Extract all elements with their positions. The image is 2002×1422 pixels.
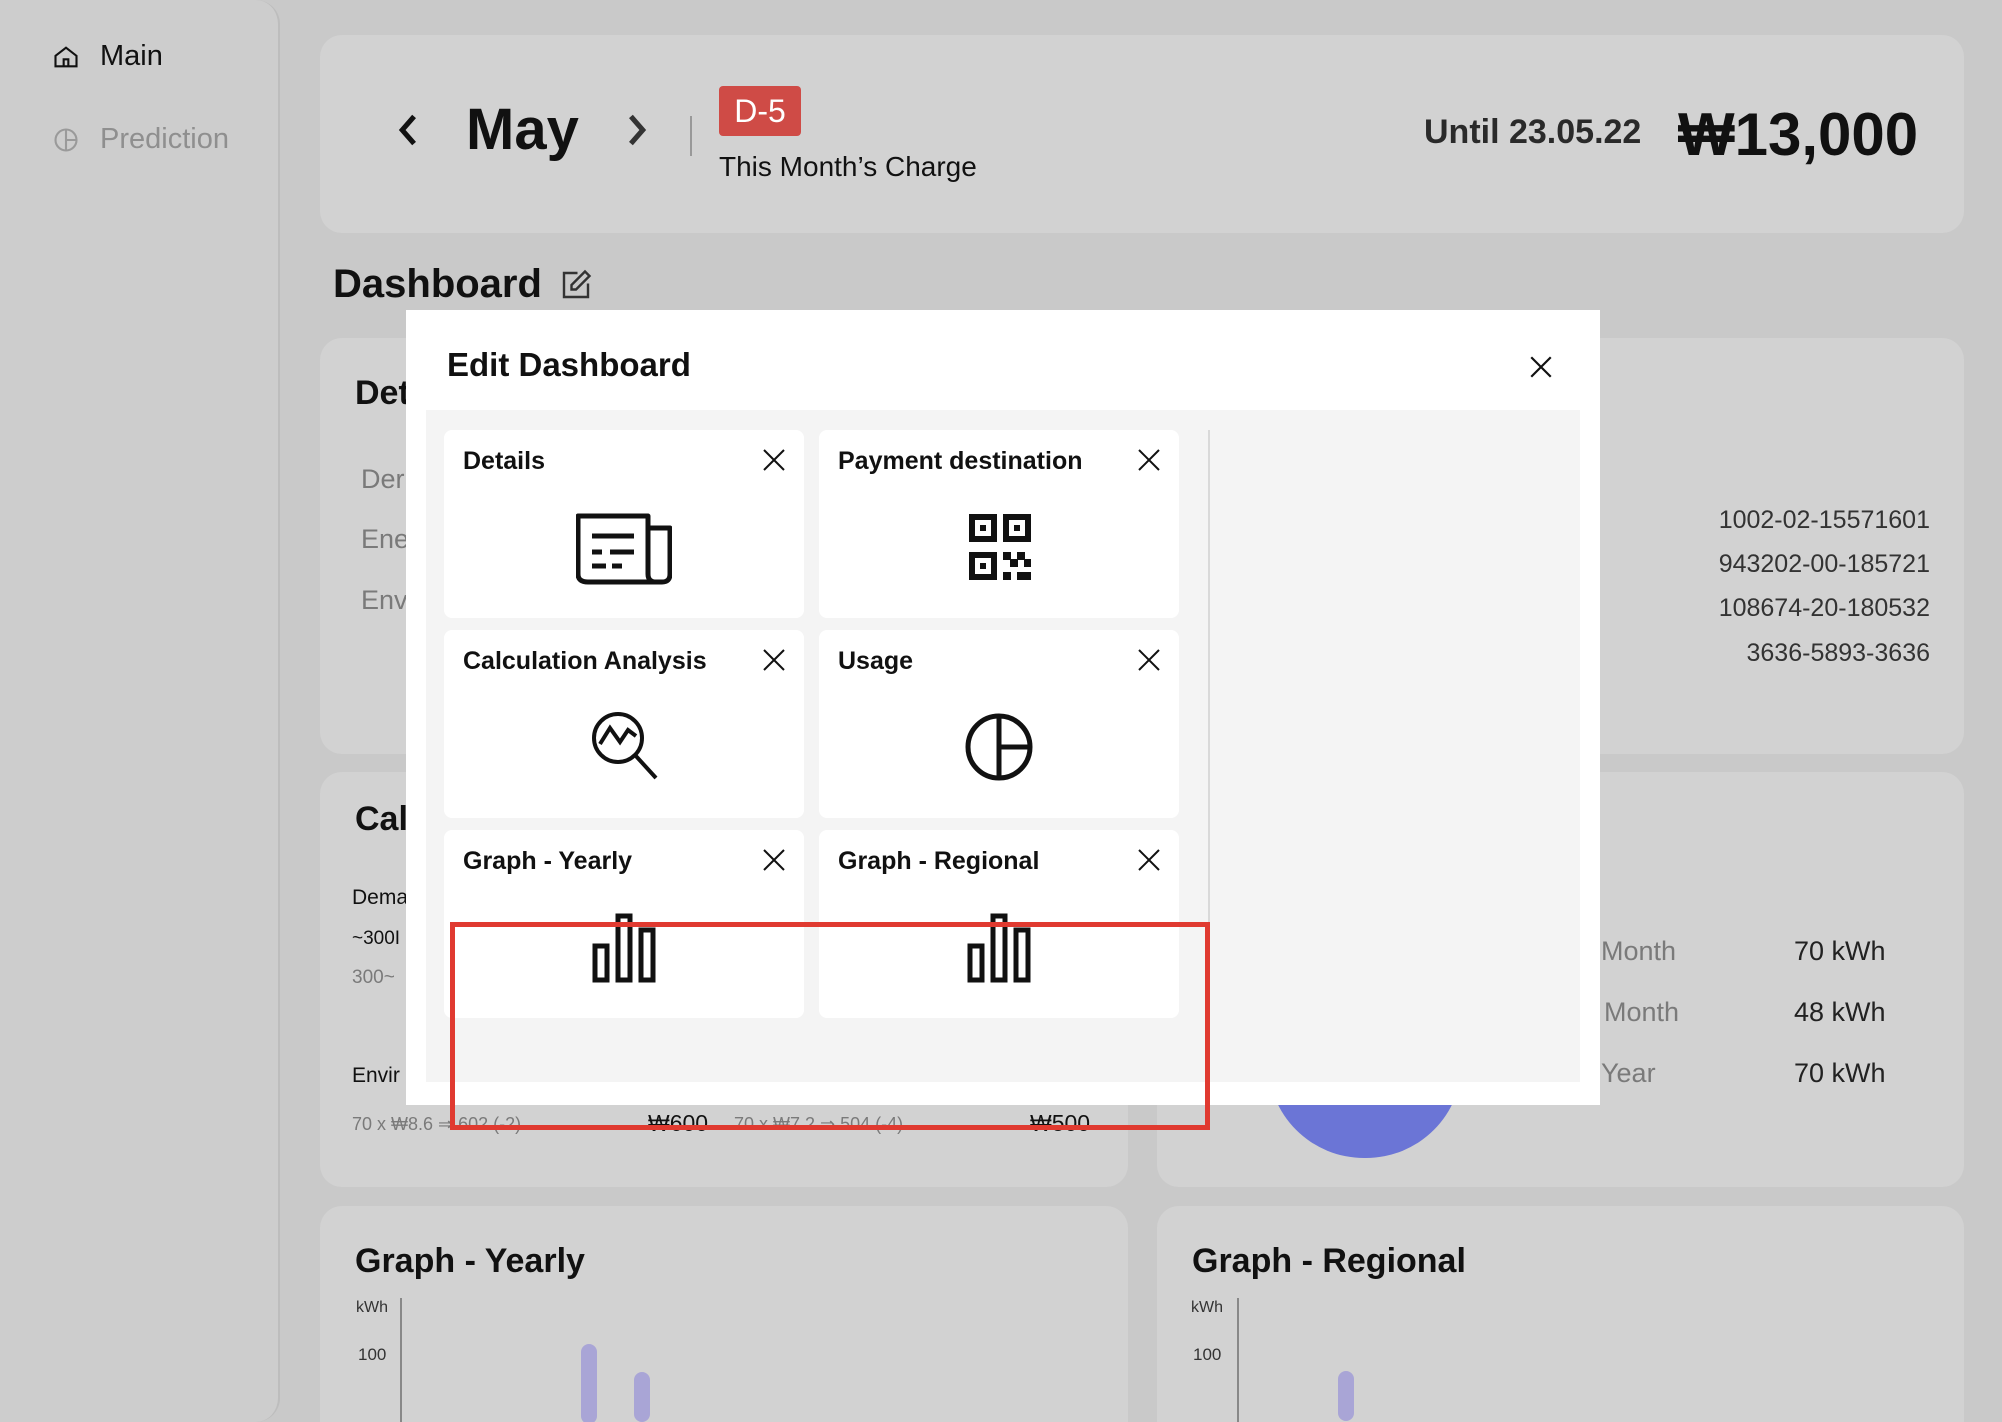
tile-label: Payment destination: [838, 447, 1083, 475]
tile-label: Graph - Yearly: [463, 847, 633, 875]
tile-label: Details: [463, 447, 545, 475]
tile-label: Usage: [838, 647, 914, 675]
edit-icon[interactable]: [558, 267, 594, 303]
environment-label: Envir: [352, 1064, 400, 1087]
account-number: 1002-02-15571601: [1718, 506, 1930, 534]
dashboard-title-text: Dashboard: [333, 262, 542, 306]
account-number: 3636-5893-3636: [1746, 639, 1931, 667]
card-title: Graph - Regional: [1192, 1242, 1466, 1280]
chevron-right-icon[interactable]: [619, 108, 653, 152]
due-date: Until 23.05.22: [1424, 113, 1642, 151]
detail-row-label: Der: [361, 464, 405, 494]
usage-row-label: Month: [1601, 936, 1677, 966]
month-selector: May: [392, 96, 653, 163]
newspaper-icon: [576, 513, 672, 585]
sidebar: Main Prediction: [0, 0, 280, 1422]
tile-label: Graph - Regional: [838, 847, 1040, 875]
widget-tile-payment-destination[interactable]: Payment destination: [819, 430, 1179, 618]
sidebar-item-prediction[interactable]: Prediction: [52, 123, 229, 156]
sidebar-item-label: Main: [100, 40, 163, 72]
account-number: 943202-00-185721: [1718, 550, 1930, 578]
remove-icon[interactable]: [1137, 448, 1161, 472]
usage-row-value: 70 kWh: [1794, 1058, 1886, 1088]
tier-label: ~300I: [352, 928, 401, 949]
qr-code-icon: [969, 514, 1031, 580]
modal-title: Edit Dashboard: [447, 346, 691, 383]
graph-regional-card: Graph - Regional kWh 100: [1157, 1206, 1964, 1422]
pie-chart-icon: [965, 713, 1033, 781]
tile-label: Calculation Analysis: [463, 647, 707, 675]
selection-highlight: [450, 922, 1210, 1130]
header-divider: [690, 116, 692, 156]
account-number: 108674-20-180532: [1718, 594, 1930, 622]
chart-bar: [1338, 1371, 1354, 1421]
widget-grid: Details Payment destination Calculation …: [426, 410, 1580, 1130]
detail-row-label: Env: [361, 585, 408, 615]
remove-icon[interactable]: [762, 448, 786, 472]
card-title: Det: [355, 374, 410, 412]
remove-icon[interactable]: [1137, 848, 1161, 872]
widget-tile-usage[interactable]: Usage: [819, 630, 1179, 818]
tier-label: 300~: [352, 967, 395, 988]
sidebar-item-main[interactable]: Main: [52, 40, 163, 73]
days-left-badge: D-5: [719, 86, 801, 136]
remove-icon[interactable]: [762, 648, 786, 672]
close-icon[interactable]: [1528, 354, 1554, 380]
usage-row-label: Month: [1604, 997, 1680, 1027]
widget-tile-calculation-analysis[interactable]: Calculation Analysis: [444, 630, 804, 818]
chart-bar: [634, 1372, 650, 1422]
charge-label: This Month’s Charge: [719, 151, 977, 182]
axis-tick: 100: [1193, 1345, 1222, 1364]
home-icon: [54, 45, 78, 67]
graph-yearly-card: Graph - Yearly kWh 100: [320, 1206, 1128, 1422]
remove-icon[interactable]: [1137, 648, 1161, 672]
axis-unit: kWh: [1191, 1299, 1223, 1316]
widget-tile-details[interactable]: Details: [444, 430, 804, 618]
axis-unit: kWh: [356, 1299, 388, 1316]
card-title: Graph - Yearly: [355, 1242, 585, 1280]
pie-icon: [54, 127, 78, 152]
chart-bar: [581, 1344, 597, 1422]
analysis-search-icon: [592, 712, 658, 780]
usage-row-label: Year: [1601, 1058, 1656, 1088]
remove-icon[interactable]: [762, 848, 786, 872]
y-axis: [1237, 1298, 1239, 1422]
axis-tick: 100: [358, 1345, 387, 1364]
card-title: Cal: [355, 800, 408, 838]
page-title: Dashboard: [333, 262, 594, 307]
edit-dashboard-modal: Edit Dashboard Details Payment destinati…: [406, 310, 1600, 1130]
sidebar-item-label: Prediction: [100, 123, 229, 155]
usage-row-value: 48 kWh: [1794, 997, 1886, 1027]
y-axis: [400, 1298, 402, 1422]
usage-row-value: 70 kWh: [1794, 936, 1886, 966]
demand-label: Dema: [352, 886, 409, 909]
chevron-left-icon[interactable]: [392, 108, 426, 152]
current-month: May: [466, 97, 579, 162]
detail-row-label: Ene: [361, 524, 410, 554]
charge-amount: ₩13,000: [1678, 101, 1919, 168]
